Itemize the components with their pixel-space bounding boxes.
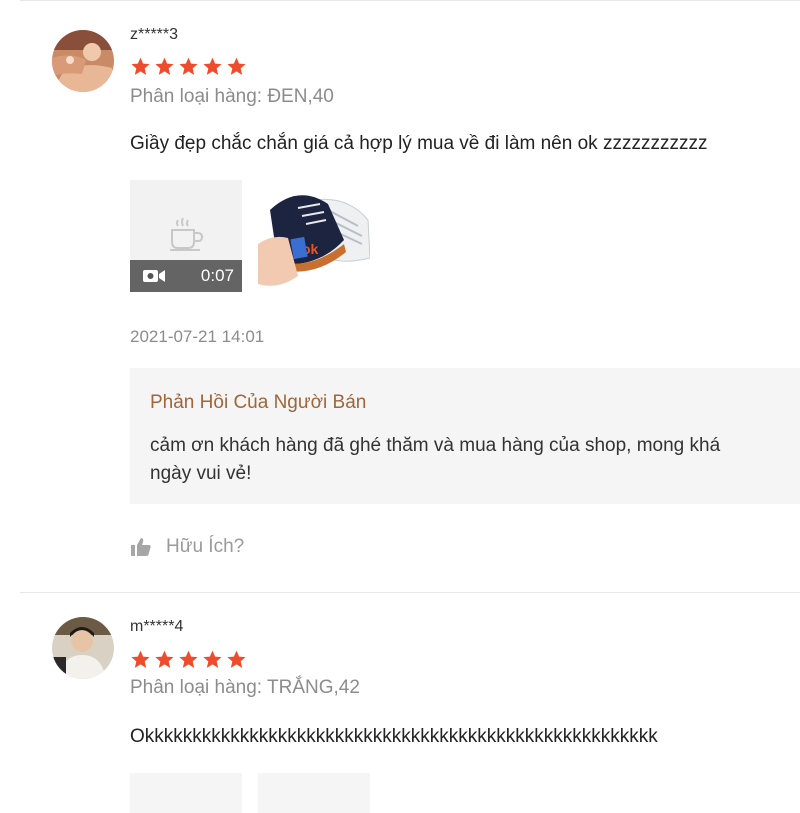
star-icon [203, 57, 222, 75]
photo-thumbnail[interactable] [258, 773, 370, 813]
video-duration: 0:07 [200, 266, 234, 285]
seller-reply-title: Phản Hồi Của Người Bán [150, 392, 367, 413]
avatar[interactable] [52, 30, 114, 92]
photo-thumbnail[interactable] [130, 773, 242, 813]
star-icon [203, 650, 222, 668]
helpful-label: Hữu Ích? [166, 536, 245, 557]
seller-reply-line: cảm ơn khách hàng đã ghé thăm và mua hàn… [150, 435, 721, 456]
star-icon [227, 57, 246, 75]
seller-reply-line: ngày vui vẻ! [150, 463, 252, 484]
avatar-image [52, 30, 114, 92]
star-icon [155, 650, 174, 668]
photo-thumbnail[interactable]: ok [258, 180, 370, 292]
review-comment: Okkkkkkkkkkkkkkkkkkkkkkkkkkkkkkkkkkkkkkk… [130, 726, 658, 747]
image-placeholder-icon [170, 217, 204, 251]
username: m*****4 [130, 618, 184, 635]
username: z*****3 [130, 26, 179, 43]
video-bar: 0:07 [130, 260, 242, 292]
helpful-button[interactable]: Hữu Ích? [130, 536, 244, 558]
review-comment: Giầy đẹp chắc chắn giá cả hợp lý mua về … [130, 133, 708, 154]
star-icon [179, 650, 198, 668]
review-media [130, 773, 370, 813]
review-media: 0:07 ok [130, 180, 370, 292]
review-item: z*****3 Phân loại hàng: ĐEN,40 Giầy đẹp … [20, 0, 800, 593]
shoe-photo: ok [258, 180, 370, 292]
avatar[interactable] [52, 617, 114, 679]
video-thumbnail[interactable]: 0:07 [130, 180, 242, 292]
star-rating [130, 649, 247, 670]
star-icon [227, 650, 246, 668]
thumbs-up-icon [131, 538, 151, 556]
seller-reply-text: cảm ơn khách hàng đã ghé thăm và mua hàn… [150, 432, 800, 488]
star-icon [179, 57, 198, 75]
product-variation: Phân loại hàng: TRẮNG,42 [130, 677, 360, 698]
star-icon [131, 650, 150, 668]
review-item: m*****4 Phân loại hàng: TRẮNG,42 Okkkkkk… [20, 593, 800, 813]
review-timestamp: 2021-07-21 14:01 [130, 327, 265, 346]
seller-reply: Phản Hồi Của Người Bán cảm ơn khách hàng… [130, 368, 800, 504]
star-rating [130, 56, 247, 77]
video-camera-icon [143, 270, 165, 282]
product-variation: Phân loại hàng: ĐEN,40 [130, 86, 334, 107]
star-icon [155, 57, 174, 75]
avatar-image [52, 617, 114, 679]
star-icon [131, 57, 150, 75]
